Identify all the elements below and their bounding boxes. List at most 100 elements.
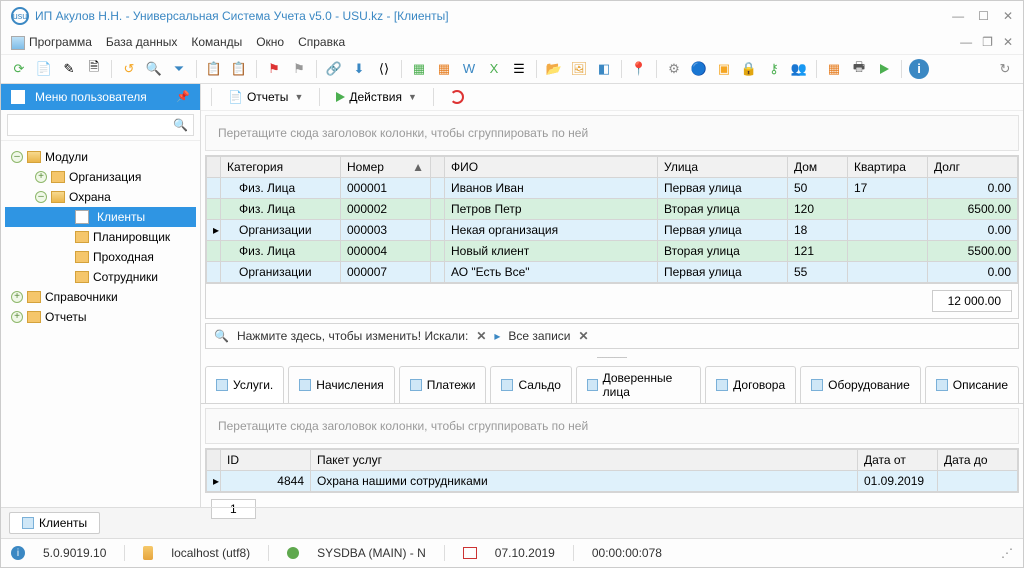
col-apartment[interactable]: Квартира (848, 156, 928, 177)
tab-trusted[interactable]: Доверенные лица (576, 366, 701, 403)
code-icon[interactable]: ⟨⟩ (374, 59, 394, 79)
tree-clients[interactable]: Клиенты (5, 207, 196, 227)
undo-icon[interactable]: ↺ (119, 59, 139, 79)
print-icon[interactable]: 🖶 (849, 59, 869, 79)
table-row[interactable]: Физ. Лица000001Иванов ИванПервая улица50… (207, 177, 1018, 198)
link-icon[interactable]: 🔗 (324, 59, 344, 79)
menu-window[interactable]: Окно (256, 35, 284, 49)
col-id[interactable]: ID (221, 449, 311, 470)
resize-grip-icon[interactable]: ⋰ (1001, 546, 1013, 560)
refresh-icon[interactable]: ⟳ (9, 59, 29, 79)
tab-equipment[interactable]: Оборудование (800, 366, 921, 403)
table-row[interactable]: Физ. Лица000004Новый клиентВторая улица1… (207, 240, 1018, 261)
table-row[interactable]: ▸4844Охрана нашими сотрудниками01.09.201… (207, 470, 1018, 491)
grid-icon[interactable]: ▦ (824, 59, 844, 79)
close-button[interactable]: ✕ (1003, 9, 1013, 23)
copy-icon[interactable]: 📋 (204, 59, 224, 79)
tab-description[interactable]: Описание (925, 366, 1019, 403)
export-excel-icon[interactable]: X (484, 59, 504, 79)
filter-bar[interactable]: 🔍 Нажмите здесь, чтобы изменить! Искали:… (205, 323, 1019, 349)
chevron-down-icon: ▼ (294, 92, 303, 102)
tree-organization[interactable]: +Организация (5, 167, 196, 187)
edit-icon[interactable]: ✎ (59, 59, 79, 79)
search-icon[interactable]: 🔍 (173, 118, 188, 132)
maximize-button[interactable]: ☐ (978, 9, 989, 23)
clear-all-icon[interactable]: ✕ (579, 329, 589, 343)
clear-filter-icon[interactable]: ✕ (476, 329, 486, 343)
subgrid-group-hint[interactable]: Перетащите сюда заголовок колонки, чтобы… (205, 408, 1019, 444)
pin-icon[interactable]: 📌 (176, 90, 190, 103)
new-icon[interactable]: 📄 (34, 59, 54, 79)
menu-help[interactable]: Справка (298, 35, 345, 49)
delete-icon[interactable]: 🗎 (84, 59, 104, 79)
pin-icon[interactable]: 📍 (629, 59, 649, 79)
col-number[interactable]: Номер ▲ (341, 156, 431, 177)
tree-modules[interactable]: –Модули (5, 147, 196, 167)
tab-services[interactable]: Услуги. (205, 366, 284, 403)
filter-all[interactable]: Все записи (508, 329, 570, 343)
collapse-icon[interactable]: – (35, 191, 47, 203)
mdi-close-button[interactable]: ✕ (1003, 35, 1013, 49)
gear-icon[interactable]: ⚙ (664, 59, 684, 79)
cards-icon[interactable]: ▦ (434, 59, 454, 79)
tree-references[interactable]: +Справочники (5, 287, 196, 307)
expand-icon[interactable]: + (11, 291, 23, 303)
menu-database[interactable]: База данных (106, 35, 177, 49)
col-date-to[interactable]: Дата до (938, 449, 1018, 470)
collapse-icon[interactable]: – (11, 151, 23, 163)
col-package[interactable]: Пакет услуг (311, 449, 858, 470)
table-row[interactable]: Организации000007АО "Есть Все"Первая ули… (207, 261, 1018, 282)
key-icon[interactable]: ⚷ (764, 59, 784, 79)
export-word-icon[interactable]: W (459, 59, 479, 79)
tree-security[interactable]: –Охрана (5, 187, 196, 207)
tree-planner[interactable]: Планировщик (5, 227, 196, 247)
col-category[interactable]: Категория (221, 156, 341, 177)
menu-program[interactable]: Программа (11, 35, 92, 50)
play-icon[interactable] (874, 59, 894, 79)
menu-commands[interactable]: Команды (191, 35, 242, 49)
filter-icon[interactable]: ⏷ (169, 59, 189, 79)
table-row[interactable]: Физ. Лица000002Петров ПетрВторая улица12… (207, 198, 1018, 219)
people-icon[interactable]: 👥 (789, 59, 809, 79)
window-icon[interactable]: ◧ (594, 59, 614, 79)
mdi-restore-button[interactable]: ❐ (982, 35, 993, 49)
import-icon[interactable]: ▦ (409, 59, 429, 79)
group-by-hint[interactable]: Перетащите сюда заголовок колонки, чтобы… (205, 115, 1019, 151)
flag-grey-icon[interactable]: ⚑ (289, 59, 309, 79)
rss-icon[interactable]: ▣ (714, 59, 734, 79)
col-street[interactable]: Улица (658, 156, 788, 177)
minimize-button[interactable]: — (952, 9, 964, 23)
col-debt[interactable]: Долг (928, 156, 1018, 177)
reports-dropdown[interactable]: 📄Отчеты▼ (222, 88, 309, 106)
export-list-icon[interactable]: ☰ (509, 59, 529, 79)
expand-icon[interactable]: + (11, 311, 23, 323)
color-icon[interactable]: 🔵 (689, 59, 709, 79)
tab-payments[interactable]: Платежи (399, 366, 487, 403)
col-fio[interactable]: ФИО (445, 156, 658, 177)
tree-reports[interactable]: +Отчеты (5, 307, 196, 327)
tree-employees[interactable]: Сотрудники (5, 267, 196, 287)
folder-open-icon[interactable]: 📂 (544, 59, 564, 79)
flag-red-icon[interactable]: ⚑ (264, 59, 284, 79)
tab-accruals[interactable]: Начисления (288, 366, 395, 403)
more-icon[interactable]: ↻ (995, 59, 1015, 79)
lock-icon[interactable]: 🔒 (739, 59, 759, 79)
expand-icon[interactable]: + (35, 171, 47, 183)
tab-balance[interactable]: Сальдо (490, 366, 571, 403)
table-row[interactable]: ▸Организации000003Некая организацияПерва… (207, 219, 1018, 240)
doc-tab-clients[interactable]: Клиенты (9, 512, 100, 534)
paste-icon[interactable]: 📋 (229, 59, 249, 79)
zoom-icon[interactable]: 🔍 (144, 59, 164, 79)
info-icon[interactable]: i (909, 59, 929, 79)
down-icon[interactable]: ⬇ (349, 59, 369, 79)
search-input[interactable] (7, 114, 194, 136)
info-icon[interactable]: i (11, 546, 25, 560)
actions-dropdown[interactable]: Действия▼ (330, 88, 423, 106)
tab-contracts[interactable]: Договора (705, 366, 796, 403)
stop-button[interactable] (444, 88, 470, 106)
mdi-minimize-button[interactable]: — (960, 35, 972, 49)
col-date-from[interactable]: Дата от (858, 449, 938, 470)
picture-icon[interactable]: 🖼 (569, 59, 589, 79)
tree-checkpoint[interactable]: Проходная (5, 247, 196, 267)
col-house[interactable]: Дом (788, 156, 848, 177)
